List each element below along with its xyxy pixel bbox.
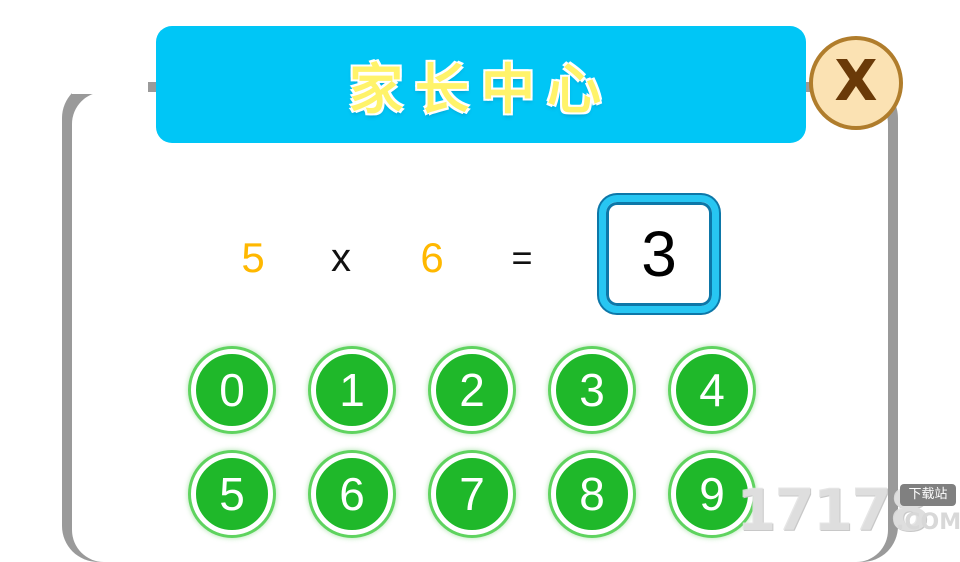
- page-title: 家长中心: [349, 58, 613, 121]
- key-label: 5: [219, 468, 245, 520]
- key-label: 6: [339, 468, 365, 520]
- key-7-button[interactable]: 7: [431, 453, 513, 535]
- key-3-button[interactable]: 3: [551, 349, 633, 431]
- key-5-button[interactable]: 5: [191, 453, 273, 535]
- key-label: 7: [459, 468, 485, 520]
- key-label: 0: [219, 364, 245, 416]
- key-4-button[interactable]: 4: [671, 349, 753, 431]
- key-0-button[interactable]: 0: [191, 349, 273, 431]
- watermark-badge: 下载站: [900, 484, 956, 506]
- close-button[interactable]: X: [809, 36, 903, 130]
- close-icon: X: [834, 49, 878, 114]
- equation-operand-a: 5: [241, 234, 265, 281]
- key-label: 1: [339, 364, 365, 416]
- equation-operand-b: 6: [420, 234, 444, 281]
- watermark-domain: .COM: [896, 510, 960, 535]
- equation-equals: =: [511, 237, 533, 278]
- key-2-button[interactable]: 2: [431, 349, 513, 431]
- dialog-header: 家长中心: [156, 26, 806, 143]
- equation-operator: x: [331, 236, 351, 280]
- key-label: 9: [699, 468, 725, 520]
- key-label: 3: [579, 364, 605, 416]
- site-watermark: 17178 下载站 .COM: [736, 480, 960, 540]
- key-label: 2: [459, 364, 485, 416]
- key-label: 8: [579, 468, 605, 520]
- key-label: 4: [699, 364, 725, 416]
- answer-input[interactable]: 3: [599, 195, 719, 313]
- key-8-button[interactable]: 8: [551, 453, 633, 535]
- answer-value: 3: [641, 218, 677, 290]
- key-6-button[interactable]: 6: [311, 453, 393, 535]
- dialog-corner: [72, 60, 148, 94]
- key-1-button[interactable]: 1: [311, 349, 393, 431]
